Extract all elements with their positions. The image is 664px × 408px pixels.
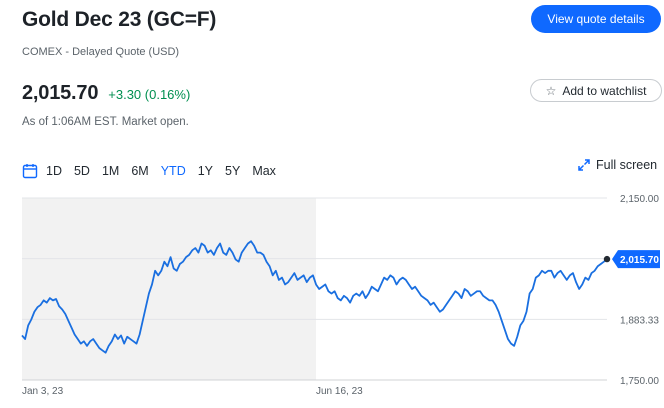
range-1d-button[interactable]: 1D xyxy=(46,164,62,178)
range-1y-button[interactable]: 1Y xyxy=(198,164,213,178)
full-screen-label: Full screen xyxy=(596,158,658,172)
expand-arrows-icon xyxy=(578,159,590,171)
page-title: Gold Dec 23 (GC=F) xyxy=(22,8,217,31)
exchange-subtitle: COMEX - Delayed Quote (USD) xyxy=(22,46,180,58)
y-tick-label: 2,150.00 xyxy=(620,194,659,205)
range-1m-button[interactable]: 1M xyxy=(102,164,119,178)
y-tick-label: 1,750.00 xyxy=(620,376,659,387)
range-5y-button[interactable]: 5Y xyxy=(225,164,240,178)
price-chart: 2,150.00 1,883.33 1,750.00 Jan 3, 23 Jun 16,… xyxy=(21,194,660,397)
price-change: +3.30 (0.16%) xyxy=(108,87,191,102)
range-selector: 1D 5D 1M 6M YTD 1Y 5Y Max xyxy=(22,163,288,179)
calendar-icon[interactable] xyxy=(22,163,38,179)
range-6m-button[interactable]: 6M xyxy=(131,164,148,178)
quote-timestamp: As of 1:06AM EST. Market open. xyxy=(22,116,189,128)
range-max-button[interactable]: Max xyxy=(252,164,276,178)
range-ytd-button[interactable]: YTD xyxy=(161,164,186,178)
star-icon: ☆ xyxy=(545,83,557,98)
add-to-watchlist-label: Add to watchlist xyxy=(562,83,647,98)
full-screen-button[interactable]: Full screen xyxy=(578,158,657,172)
range-5d-button[interactable]: 5D xyxy=(74,164,90,178)
last-price-point xyxy=(603,255,611,263)
view-quote-button[interactable]: View quote details xyxy=(531,5,661,33)
add-to-watchlist-button[interactable]: ☆ Add to watchlist xyxy=(530,79,662,102)
price-row: 2,015.70 +3.30 (0.16%) xyxy=(22,82,190,105)
current-price: 2,015.70 xyxy=(22,82,99,104)
x-tick-label: Jan 3, 23 xyxy=(22,386,64,397)
shaded-period-region xyxy=(22,198,316,380)
last-price-label: 2,015.70 xyxy=(620,255,659,266)
y-tick-label: 1,883.33 xyxy=(620,315,659,326)
x-tick-label: Jun 16, 23 xyxy=(316,386,363,397)
